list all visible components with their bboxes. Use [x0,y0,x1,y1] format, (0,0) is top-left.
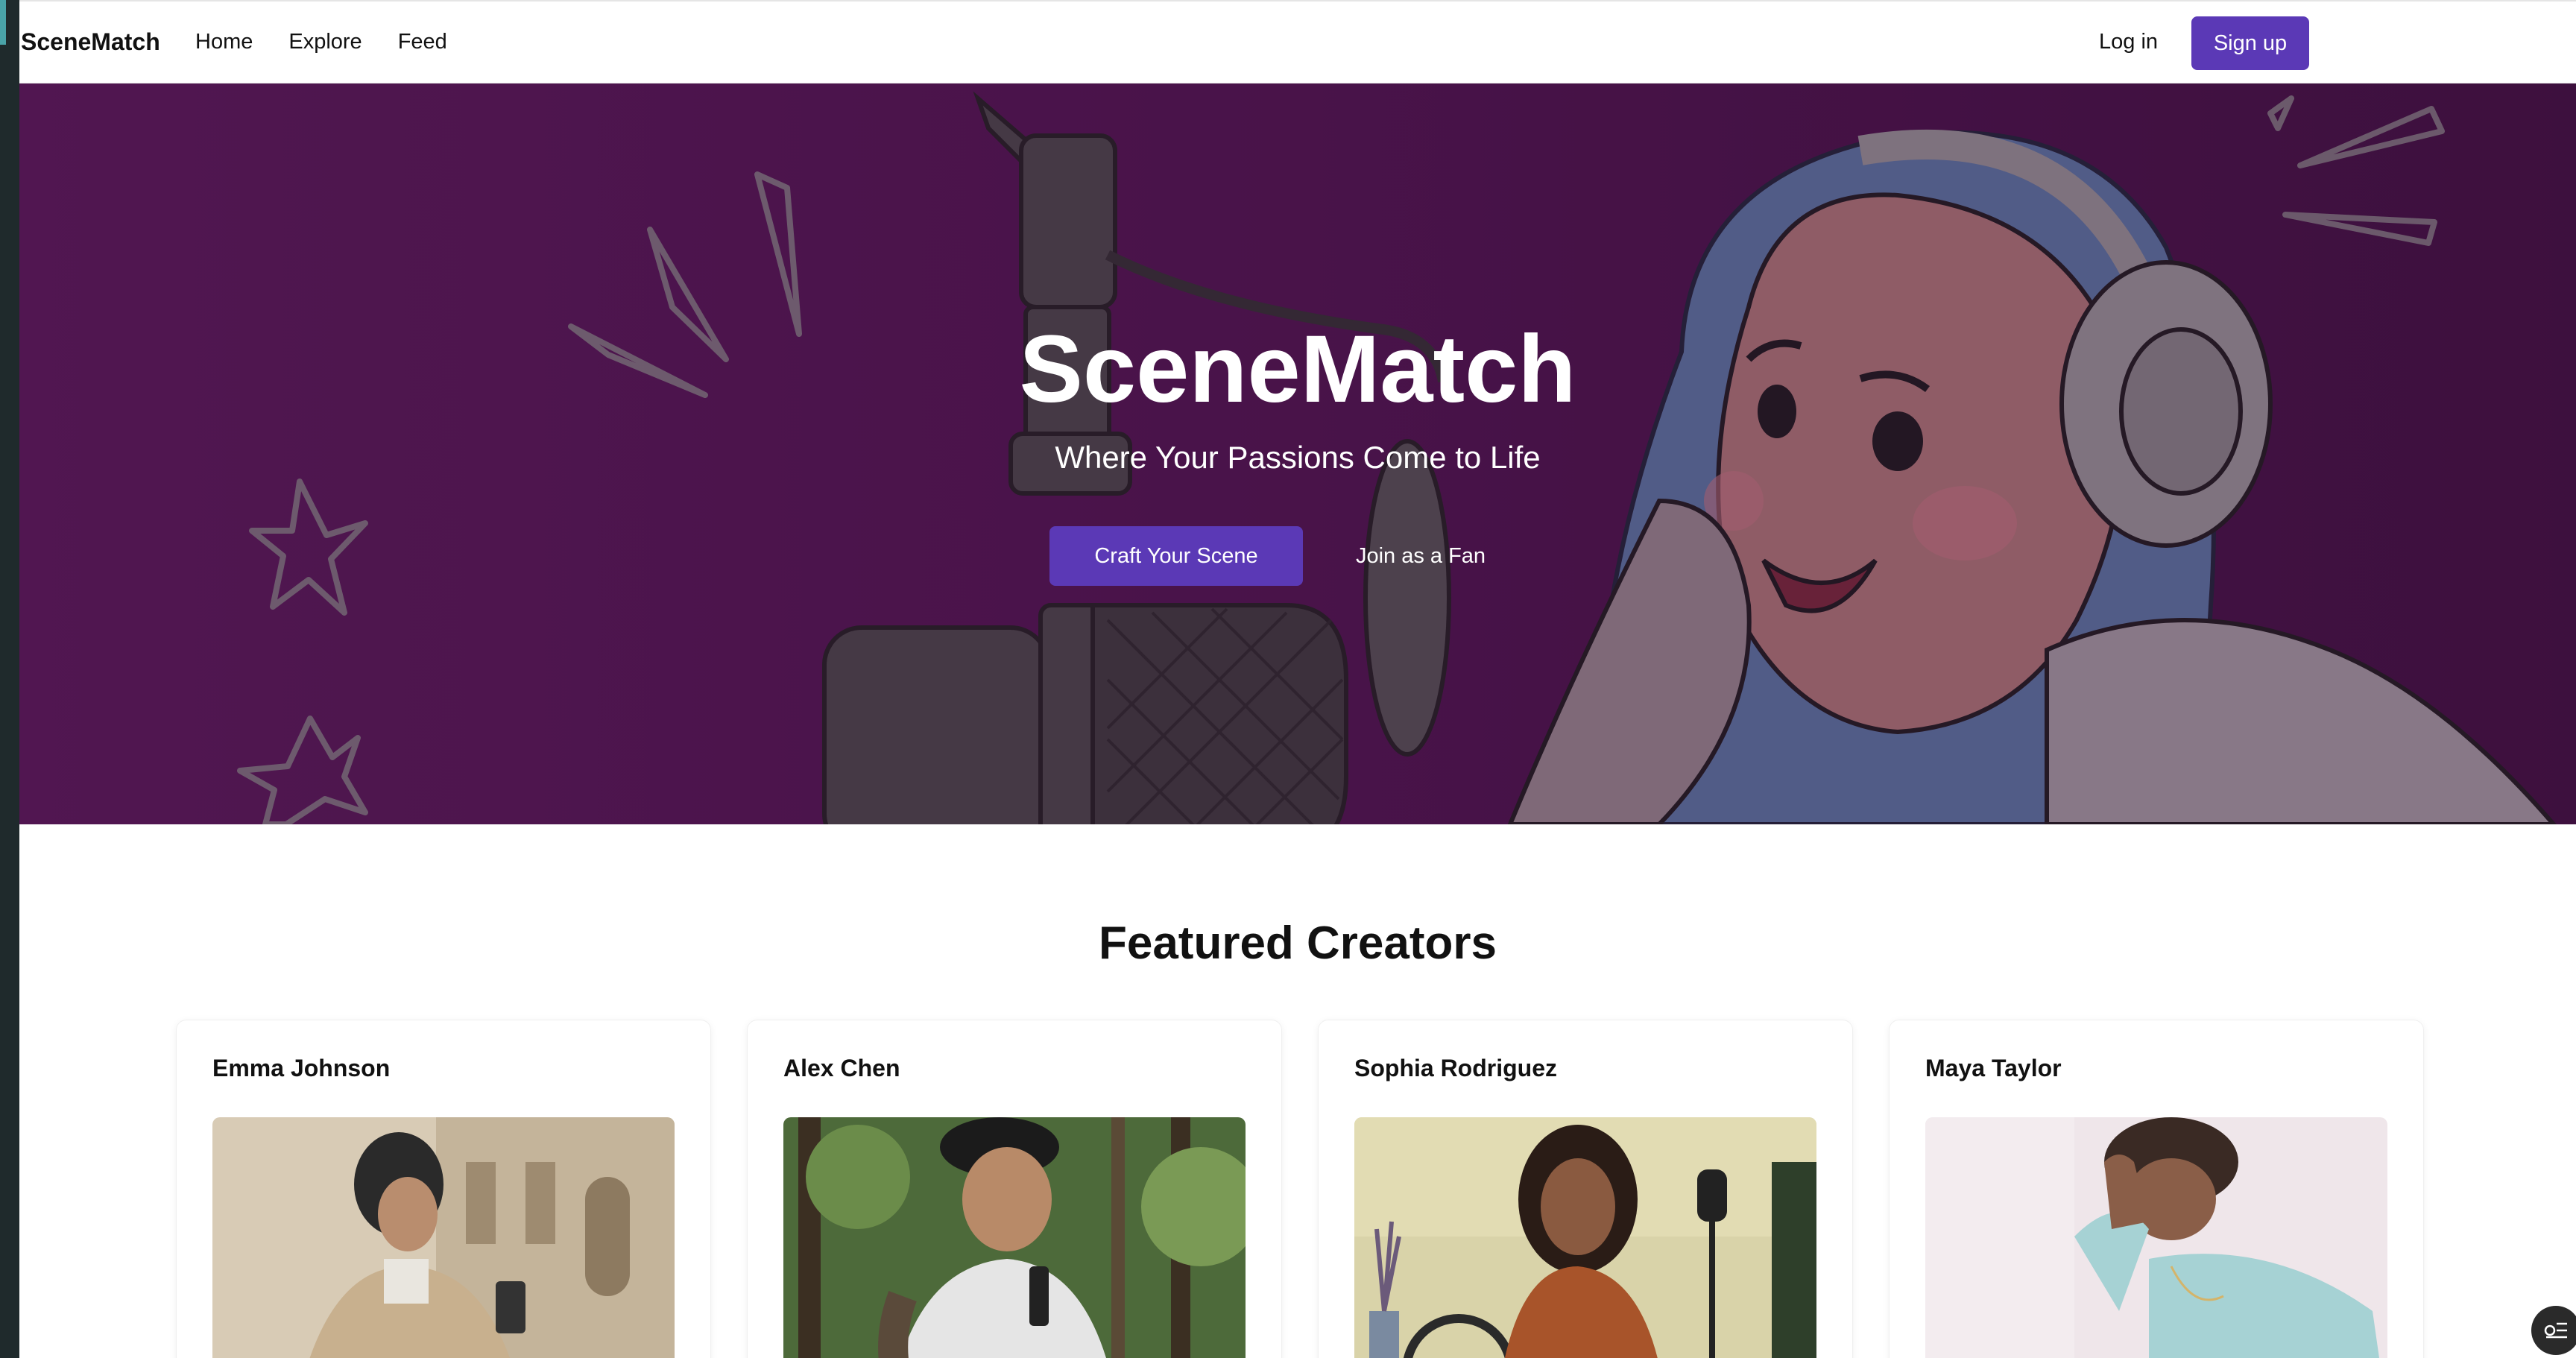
nav-links: Home Explore Feed [195,30,447,54]
window-edge [0,0,19,1358]
creator-name: Alex Chen [783,1055,900,1081]
craft-your-scene-button[interactable]: Craft Your Scene [1049,526,1303,586]
nav-link-home[interactable]: Home [195,30,253,54]
creator-photo [212,1117,675,1358]
login-link[interactable]: Log in [2099,30,2158,54]
nav-link-feed[interactable]: Feed [398,30,447,54]
join-as-fan-button[interactable]: Join as a Fan [1346,526,1495,586]
hero-section: SceneMatch Where Your Passions Come to L… [19,83,2576,824]
creator-card[interactable]: Sophia Rodriguez [1318,1020,1853,1358]
page: SceneMatch Home Explore Feed Log in Sign… [19,0,2576,1358]
hero-subtitle: Where Your Passions Come to Life [1055,440,1541,475]
signup-button[interactable]: Sign up [2191,16,2309,70]
nav-link-explore[interactable]: Explore [288,30,362,54]
creator-name: Emma Johnson [212,1055,391,1081]
floating-menu-button[interactable] [2531,1306,2576,1355]
creator-name: Maya Taylor [1925,1055,2062,1081]
creator-card[interactable]: Maya Taylor [1889,1020,2424,1358]
window-edge-accent [0,0,6,45]
creator-card[interactable]: Emma Johnson [176,1020,711,1358]
creator-cards: Emma Johnson Alex Chen Sophia Rodriguez … [176,1020,2424,1358]
creator-photo [1925,1117,2387,1358]
top-navbar: SceneMatch Home Explore Feed Log in Sign… [19,0,2576,83]
featured-creators-heading: Featured Creators [1098,918,1497,969]
brand-logo[interactable]: SceneMatch [21,28,160,56]
creator-name: Sophia Rodriguez [1354,1055,1557,1081]
hero-title: SceneMatch [1019,316,1576,423]
creator-photo [783,1117,1246,1358]
list-settings-icon [2544,1322,2567,1339]
creator-photo [1354,1117,1816,1358]
creator-card[interactable]: Alex Chen [747,1020,1282,1358]
